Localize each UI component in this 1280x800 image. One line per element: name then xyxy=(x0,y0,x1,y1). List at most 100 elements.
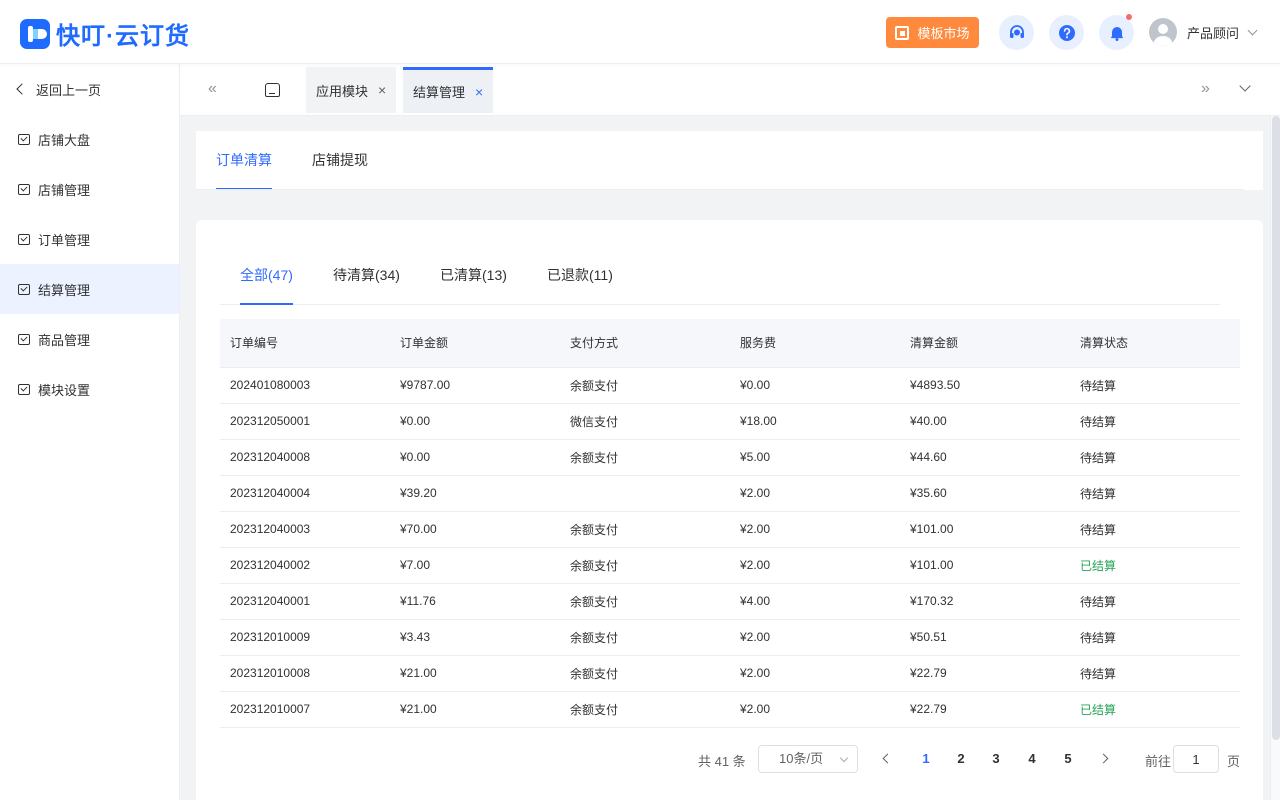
pagination: 共 41 条 10条/页 1 2 3 4 5 前往 页 xyxy=(196,745,1263,773)
order-id-cell: 202401080003 xyxy=(220,367,390,404)
settlement-status-cell: 已结算 xyxy=(1070,547,1240,584)
tab-refunded[interactable]: 已退款(11) xyxy=(547,250,613,305)
order-amount-cell: ¥70.00 xyxy=(390,511,560,548)
scrollbar-thumb[interactable] xyxy=(1272,116,1280,740)
settlement-amount-cell: ¥44.60 xyxy=(900,439,1070,476)
tab-pending-settlement[interactable]: 待清算(34) xyxy=(333,250,400,305)
settlement-amount-cell: ¥101.00 xyxy=(900,547,1070,584)
app-logo[interactable]: 快叮·云订货 xyxy=(20,16,190,51)
sidebar-item-module-settings[interactable]: 模块设置 xyxy=(0,364,179,414)
double-chevron-left-icon[interactable]: « xyxy=(208,80,217,98)
sidebar-item-label: 结算管理 xyxy=(38,282,91,298)
order-amount-cell: ¥11.76 xyxy=(390,583,560,620)
settlement-table: 订单编号 订单金额 支付方式 服务费 清算金额 清算状态 20240108000… xyxy=(220,319,1240,728)
page-scrollbar[interactable] xyxy=(1270,116,1280,800)
order-amount-cell: ¥0.00 xyxy=(390,403,560,440)
sidebar-item-store-dashboard[interactable]: 店铺大盘 xyxy=(0,114,179,164)
back-button[interactable]: 返回上一页 xyxy=(0,64,179,114)
sidebar-item-label: 店铺大盘 xyxy=(38,132,91,148)
template-market-button[interactable]: 模板市场 xyxy=(886,17,979,48)
page-tabs-bar: « 应用模块 × 结算管理 × » xyxy=(180,64,1280,116)
tab-all[interactable]: 全部(47) xyxy=(240,250,293,305)
sidebar-item-settlement-management[interactable]: 结算管理 xyxy=(0,264,179,314)
order-amount-cell: ¥21.00 xyxy=(390,691,560,728)
sidebar-item-store-management[interactable]: 店铺管理 xyxy=(0,164,179,214)
menu-item-icon xyxy=(18,283,30,295)
table-header-row: 订单编号 订单金额 支付方式 服务费 清算金额 清算状态 xyxy=(220,319,1240,368)
order-id-cell: 202312040002 xyxy=(220,547,390,584)
prev-page-button[interactable] xyxy=(882,753,893,764)
service-fee-cell: ¥4.00 xyxy=(730,583,900,620)
page-button-5[interactable]: 5 xyxy=(1054,745,1082,773)
payment-method-cell: 余额支付 xyxy=(560,655,730,692)
service-fee-cell: ¥0.00 xyxy=(730,367,900,404)
order-id-cell: 202312040004 xyxy=(220,475,390,512)
settlement-status-cell: 已结算 xyxy=(1070,691,1240,728)
order-amount-cell: ¥21.00 xyxy=(390,655,560,692)
service-fee-cell: ¥2.00 xyxy=(730,475,900,512)
table-row: 202312010008 ¥21.00 余额支付 ¥2.00 ¥22.79 待结算 xyxy=(220,655,1240,692)
sidebar-item-label: 订单管理 xyxy=(38,232,91,248)
table-row: 202312040004 ¥39.20 ¥2.00 ¥35.60 待结算 xyxy=(220,475,1240,512)
close-icon[interactable]: × xyxy=(475,84,483,100)
sidebar-item-order-management[interactable]: 订单管理 xyxy=(0,214,179,264)
next-page-button[interactable] xyxy=(1098,753,1109,764)
tab-settled[interactable]: 已清算(13) xyxy=(440,250,507,305)
table-row: 202312040003 ¥70.00 余额支付 ¥2.00 ¥101.00 待结算 xyxy=(220,511,1240,548)
menu-item-icon xyxy=(18,133,30,145)
order-amount-cell: ¥9787.00 xyxy=(390,367,560,404)
divider xyxy=(196,189,1244,190)
page-size-select[interactable]: 10条/页 xyxy=(758,745,858,773)
service-fee-cell: ¥5.00 xyxy=(730,439,900,476)
tab-settlement-management[interactable]: 结算管理 × xyxy=(403,67,494,113)
order-id-cell: 202312010009 xyxy=(220,619,390,656)
status-filter-tabs: 全部(47) 待清算(34) 已清算(13) 已退款(11) xyxy=(220,250,1220,305)
payment-method-cell: 余额支付 xyxy=(560,439,730,476)
notification-button[interactable] xyxy=(1099,14,1134,50)
tab-store-withdrawal[interactable]: 店铺提现 xyxy=(312,131,368,190)
sidebar-item-label: 店铺管理 xyxy=(38,182,91,198)
table-row: 202312040002 ¥7.00 余额支付 ¥2.00 ¥101.00 已结算 xyxy=(220,547,1240,584)
chevron-down-icon[interactable] xyxy=(1239,80,1251,92)
tab-app-modules[interactable]: 应用模块 × xyxy=(306,67,397,113)
table-row: 202312040008 ¥0.00 余额支付 ¥5.00 ¥44.60 待结算 xyxy=(220,439,1240,476)
page-button-3[interactable]: 3 xyxy=(982,745,1010,773)
order-amount-cell: ¥7.00 xyxy=(390,547,560,584)
home-icon[interactable] xyxy=(265,83,280,97)
chevron-left-icon xyxy=(16,83,28,95)
double-chevron-right-icon[interactable]: » xyxy=(1201,80,1210,98)
page-button-2[interactable]: 2 xyxy=(947,745,975,773)
service-fee-cell: ¥2.00 xyxy=(730,619,900,656)
order-id-cell: 202312010008 xyxy=(220,655,390,692)
goto-page-input[interactable] xyxy=(1173,745,1219,773)
payment-method-cell: 余额支付 xyxy=(560,511,730,548)
column-header: 清算状态 xyxy=(1070,319,1240,368)
sidebar-item-product-management[interactable]: 商品管理 xyxy=(0,314,179,364)
settlement-status-cell: 待结算 xyxy=(1070,367,1240,404)
settlement-amount-cell: ¥50.51 xyxy=(900,619,1070,656)
sidebar-item-label: 商品管理 xyxy=(38,332,91,348)
settlement-status-cell: 待结算 xyxy=(1070,655,1240,692)
user-menu[interactable]: 产品顾问 xyxy=(1149,18,1258,46)
settlement-amount-cell: ¥22.79 xyxy=(900,691,1070,728)
table-row: 202312050001 ¥0.00 微信支付 ¥18.00 ¥40.00 待结算 xyxy=(220,403,1240,440)
goto-unit: 页 xyxy=(1227,754,1241,769)
order-amount-cell: ¥3.43 xyxy=(390,619,560,656)
chevron-down-icon xyxy=(1247,25,1258,35)
tab-order-settlement[interactable]: 订单清算 xyxy=(216,131,272,190)
column-header: 清算金额 xyxy=(900,319,1070,368)
page-button-1[interactable]: 1 xyxy=(912,745,940,773)
customer-service-button[interactable] xyxy=(999,15,1034,50)
goto-label: 前往 xyxy=(1145,754,1172,769)
order-id-cell: 202312040001 xyxy=(220,583,390,620)
help-button[interactable] xyxy=(1049,15,1084,50)
menu-item-icon xyxy=(18,383,30,395)
payment-method-cell: 微信支付 xyxy=(560,403,730,440)
help-icon xyxy=(1058,24,1075,41)
headset-icon xyxy=(1009,24,1024,38)
order-id-cell: 202312010007 xyxy=(220,691,390,728)
payment-method-cell xyxy=(560,475,730,512)
page-button-4[interactable]: 4 xyxy=(1018,745,1046,773)
close-icon[interactable]: × xyxy=(378,82,386,98)
template-icon xyxy=(895,25,910,40)
